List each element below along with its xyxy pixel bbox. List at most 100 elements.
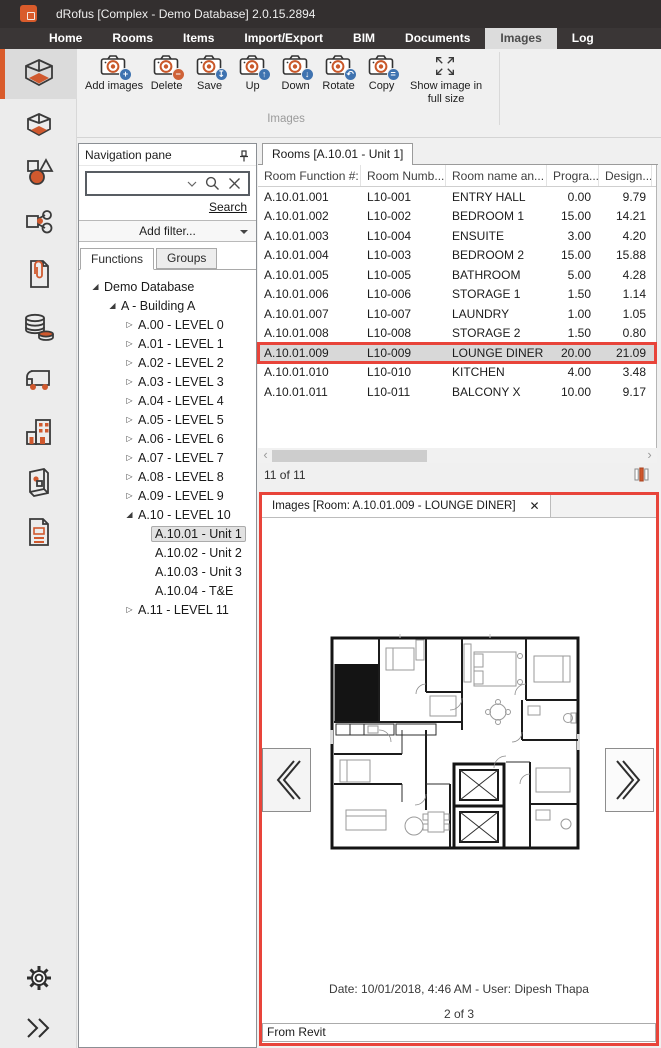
expand-rail-icon[interactable] [0,1008,77,1048]
save-button[interactable]: ↧ Save [188,52,231,95]
menu-item-home[interactable]: Home [34,28,97,49]
expander-icon[interactable]: ▷ [121,434,138,443]
tree-item[interactable]: ▷A.02 - LEVEL 2 [79,353,256,372]
menu-item-rooms[interactable]: Rooms [97,28,168,49]
add-filter-dropdown[interactable]: Add filter... [79,220,256,242]
table-row[interactable]: A.10.01.002L10-002BEDROOM 115.0014.21 [258,207,656,227]
tree-item[interactable]: ◢A - Building A [79,296,256,315]
table-row[interactable]: A.10.01.003L10-004ENSUITE3.004.20 [258,226,656,246]
add-images-button[interactable]: + Add images [83,52,145,95]
column-header-room-number[interactable]: Room Numb... [361,165,446,186]
column-header-programmed[interactable]: Progra... [547,165,599,186]
search-input[interactable] [85,171,250,196]
expander-icon[interactable]: ▷ [121,320,138,329]
menu-item-images[interactable]: Images [485,28,556,49]
menu-item-bim[interactable]: BIM [338,28,390,49]
table-row[interactable]: A.10.01.007L10-007LAUNDRY1.001.05 [258,304,656,324]
copy-button[interactable]: = Copy [360,52,403,95]
tree-item[interactable]: ▷A.00 - LEVEL 0 [79,315,256,334]
expander-icon[interactable]: ▷ [121,491,138,500]
close-icon[interactable]: ✕ [530,499,540,513]
tree-item[interactable]: ▷A.11 - LEVEL 11 [79,600,256,619]
tree-item[interactable]: ▷A.09 - LEVEL 9 [79,486,256,505]
tree-item[interactable]: A.10.03 - Unit 3 [79,562,256,581]
table-row[interactable]: A.10.01.010L10-010KITCHEN4.003.48 [258,363,656,383]
settings-gear-icon[interactable] [0,958,77,998]
menu-item-import-export[interactable]: Import/Export [229,28,338,49]
expander-icon[interactable]: ▷ [121,377,138,386]
search-link[interactable]: Search [79,196,256,216]
scroll-left-icon[interactable]: ‹ [258,448,273,463]
tree-item[interactable]: ▷A.04 - LEVEL 4 [79,391,256,410]
expander-icon[interactable]: ▷ [121,358,138,367]
tree-item-selected[interactable]: A.10.01 - Unit 1 [79,524,256,543]
expander-icon[interactable]: ▷ [121,339,138,348]
room-3d-icon[interactable] [0,106,77,146]
tree-item[interactable]: A.10.02 - Unit 2 [79,543,256,562]
column-header-room-name[interactable]: Room name an... [446,165,547,186]
menu-item-documents[interactable]: Documents [390,28,485,49]
tree-item[interactable]: ◢A.10 - LEVEL 10 [79,505,256,524]
reports-icon[interactable] [0,512,77,552]
tab-groups[interactable]: Groups [156,248,217,269]
tab-images[interactable]: Images [Room: A.10.01.009 - LOUNGE DINER… [262,495,551,517]
table-row[interactable]: A.10.01.006L10-006STORAGE 11.501.14 [258,285,656,305]
attachments-icon[interactable] [0,254,77,294]
table-row[interactable]: A.10.01.005L10-005BATHROOM5.004.28 [258,265,656,285]
tab-rooms[interactable]: Rooms [A.10.01 - Unit 1] [262,143,413,165]
pin-icon[interactable] [238,148,250,170]
tab-functions[interactable]: Functions [80,248,154,270]
expander-icon[interactable]: ◢ [104,301,121,310]
tree-item[interactable]: ▷A.03 - LEVEL 3 [79,372,256,391]
camera-delete-icon: − [153,54,181,78]
show-full-size-button[interactable]: Show image in full size [403,52,489,108]
expander-icon[interactable]: ▷ [121,396,138,405]
systems-icon[interactable] [0,202,77,242]
search-icon[interactable] [205,176,220,191]
up-button[interactable]: ↑ Up [231,52,274,95]
tree-item[interactable]: ◢Demo Database [79,277,256,296]
previous-image-button[interactable] [262,748,311,812]
tree-item[interactable]: ▷A.08 - LEVEL 8 [79,467,256,486]
expander-icon[interactable]: ▷ [121,605,138,614]
scroll-right-icon[interactable]: › [642,448,657,463]
menu-item-items[interactable]: Items [168,28,229,49]
rooms-icon[interactable] [0,54,77,94]
expander-icon[interactable]: ◢ [121,510,138,519]
tree-item[interactable]: A.10.04 - T&E [79,581,256,600]
column-header-designed[interactable]: Design... [599,165,652,186]
delete-button[interactable]: − Delete [145,52,188,95]
buildings-icon[interactable] [0,412,77,452]
rotate-button[interactable]: ↶ Rotate [317,52,360,95]
tree-item-label: A.10.04 - T&E [155,584,233,598]
expander-icon[interactable]: ▷ [121,415,138,424]
logistics-icon[interactable] [0,360,77,400]
tree-item[interactable]: ▷A.05 - LEVEL 5 [79,410,256,429]
expander-icon[interactable]: ▷ [121,453,138,462]
column-header-room-function[interactable]: Room Function #: [258,165,361,186]
expander-icon[interactable]: ▷ [121,472,138,481]
expander-icon[interactable]: ◢ [87,282,104,291]
database-icon[interactable] [0,307,77,347]
chevron-down-icon[interactable] [187,180,197,188]
tree-item-label: A.08 - LEVEL 8 [138,470,224,484]
product-catalog-icon[interactable] [0,462,77,502]
table-row-selected[interactable]: A.10.01.009L10-009LOUNGE DINER20.0021.09 [258,343,656,363]
clear-icon[interactable] [228,177,241,190]
tree-item-label: A.04 - LEVEL 4 [138,394,224,408]
next-image-button[interactable] [605,748,654,812]
column-chooser-icon[interactable] [634,466,649,488]
scrollbar-thumb[interactable] [272,450,427,462]
image-description-input[interactable]: From Revit [262,1023,656,1042]
tree-item[interactable]: ▷A.07 - LEVEL 7 [79,448,256,467]
horizontal-scrollbar[interactable]: ‹ › [258,448,657,463]
tree-item[interactable]: ▷A.01 - LEVEL 1 [79,334,256,353]
table-row[interactable]: A.10.01.011L10-011BALCONY X10.009.17 [258,382,656,402]
table-row[interactable]: A.10.01.004L10-003BEDROOM 215.0015.88 [258,246,656,266]
down-button[interactable]: ↓ Down [274,52,317,95]
table-row[interactable]: A.10.01.001L10-001ENTRY HALL0.009.79 [258,187,656,207]
table-row[interactable]: A.10.01.008L10-008STORAGE 21.500.80 [258,324,656,344]
items-icon[interactable] [0,152,77,192]
menu-item-log[interactable]: Log [557,28,609,49]
tree-item[interactable]: ▷A.06 - LEVEL 6 [79,429,256,448]
